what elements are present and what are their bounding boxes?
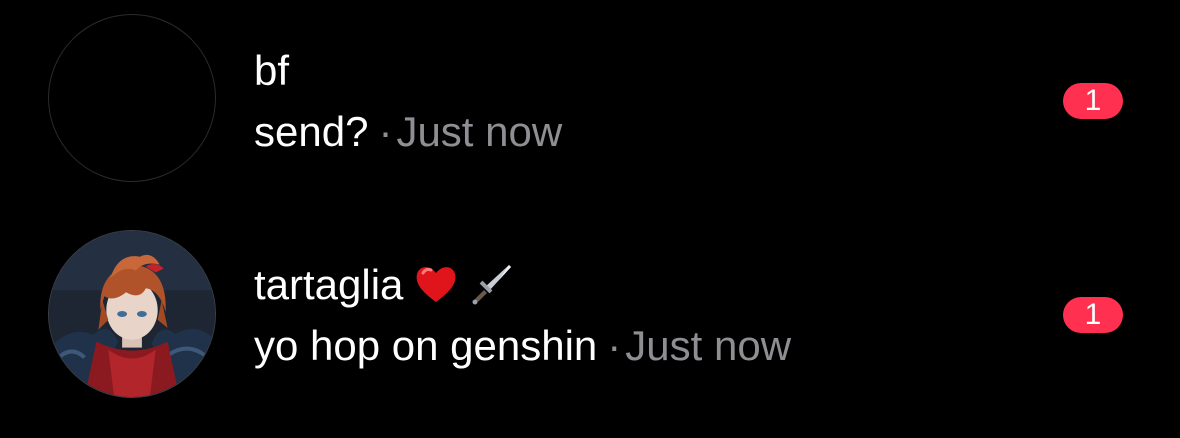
thread-preview-line: send? ·Just now bbox=[254, 107, 562, 157]
message-thread-list: bf send? ·Just now 1 tartaglia yo hop on… bbox=[0, 0, 1180, 438]
message-preview: yo hop on genshin bbox=[254, 322, 598, 369]
avatar[interactable] bbox=[48, 230, 216, 398]
timestamp: Just now bbox=[396, 108, 563, 155]
thread-preview-line: yo hop on genshin ·Just now bbox=[254, 321, 791, 371]
thread-row[interactable]: tartaglia yo hop on genshin ·Just now 1 bbox=[0, 214, 1180, 414]
avatar[interactable] bbox=[48, 14, 216, 182]
thread-name-line: tartaglia bbox=[254, 260, 515, 311]
unread-badge: 1 bbox=[1063, 297, 1123, 333]
separator-dot: · bbox=[378, 108, 393, 155]
thread-name: tartaglia bbox=[254, 261, 404, 308]
dagger-emoji-icon bbox=[469, 261, 515, 307]
separator-dot: · bbox=[607, 322, 622, 369]
thread-row[interactable]: bf send? ·Just now 1 bbox=[0, 0, 1180, 200]
thread-name-line: bf bbox=[254, 46, 289, 96]
thread-name: bf bbox=[254, 47, 290, 94]
message-preview: send? bbox=[254, 108, 369, 155]
unread-badge: 1 bbox=[1063, 83, 1123, 119]
timestamp: Just now bbox=[625, 322, 792, 369]
heart-emoji-icon bbox=[413, 261, 459, 307]
